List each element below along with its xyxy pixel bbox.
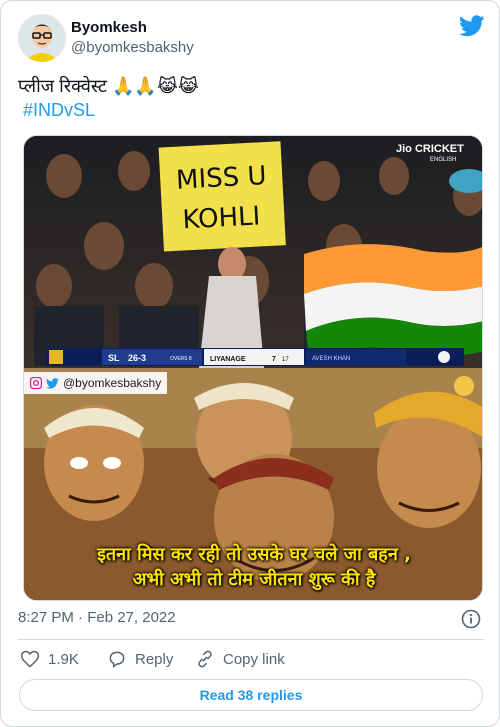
author-name[interactable]: Byomkesh bbox=[71, 19, 147, 36]
divider bbox=[18, 639, 484, 640]
info-icon[interactable] bbox=[461, 609, 481, 629]
watermark: @byomkesbakshy bbox=[24, 372, 168, 394]
tweet-card: Byomkesh @byomkesbakshy प्लीज रिक्वेस्ट … bbox=[0, 0, 500, 727]
tweet-timestamp[interactable]: 8:27 PM · Feb 27, 2022 bbox=[18, 609, 176, 626]
sign-line2: KOHLI bbox=[182, 201, 261, 235]
copy-link-button[interactable]: Copy link bbox=[195, 649, 285, 669]
heart-icon bbox=[20, 650, 40, 668]
batter1-name: LIYANAGE bbox=[210, 356, 246, 363]
instagram-icon bbox=[30, 377, 42, 389]
avatar[interactable] bbox=[18, 14, 66, 62]
reply-label: Reply bbox=[135, 650, 174, 668]
batter1-balls: 17 bbox=[282, 357, 289, 363]
hashtag-link[interactable]: #INDvSL bbox=[23, 100, 95, 121]
tweet-text: प्लीज रिक्वेस्ट 🙏🙏😹😹 bbox=[18, 76, 199, 96]
crowd-photo: MISS U KOHLI Jio CRICKET ENGLISH SL 26-3… bbox=[24, 136, 482, 368]
link-icon bbox=[198, 650, 212, 668]
batter1-score: 7 bbox=[272, 356, 276, 363]
like-button[interactable]: 1.9K bbox=[20, 649, 79, 669]
meme-caption-line2: अभी अभी तो टीम जीतना शुरू की है bbox=[132, 569, 376, 590]
author-handle[interactable]: @byomkesbakshy bbox=[71, 39, 194, 56]
bowler-name: AVESH KHAN bbox=[312, 356, 350, 362]
avatar-cartoon-icon bbox=[18, 14, 66, 62]
score-overs: OVERS 8 bbox=[170, 356, 192, 362]
reply-bubble-icon bbox=[109, 651, 125, 668]
reply-button[interactable]: Reply bbox=[107, 649, 173, 669]
score-team: SL bbox=[108, 353, 120, 363]
copy-link-label: Copy link bbox=[223, 650, 285, 668]
read-replies-button[interactable]: Read 38 replies bbox=[19, 679, 483, 711]
broadcaster-logo: Jio CRICKET bbox=[396, 143, 464, 155]
twitter-bird-icon[interactable] bbox=[459, 15, 485, 37]
score-value: 26-3 bbox=[128, 353, 146, 363]
sign-line1: MISS U bbox=[175, 161, 267, 196]
read-replies-label: Read 38 replies bbox=[199, 687, 303, 703]
meme-caption-line1: इतना मिस कर रही तो उसके घर चले जा बहन , bbox=[97, 544, 411, 565]
tweet-media[interactable]: MISS U KOHLI Jio CRICKET ENGLISH SL 26-3… bbox=[23, 135, 483, 601]
broadcaster-sub: ENGLISH bbox=[430, 157, 456, 163]
watermark-handle: @byomkesbakshy bbox=[63, 376, 162, 390]
like-count: 1.9K bbox=[48, 650, 79, 668]
twitter-mini-icon bbox=[46, 377, 59, 389]
meme-caption: इतना मिस कर रही तो उसके घर चले जा बहन , … bbox=[39, 542, 469, 592]
